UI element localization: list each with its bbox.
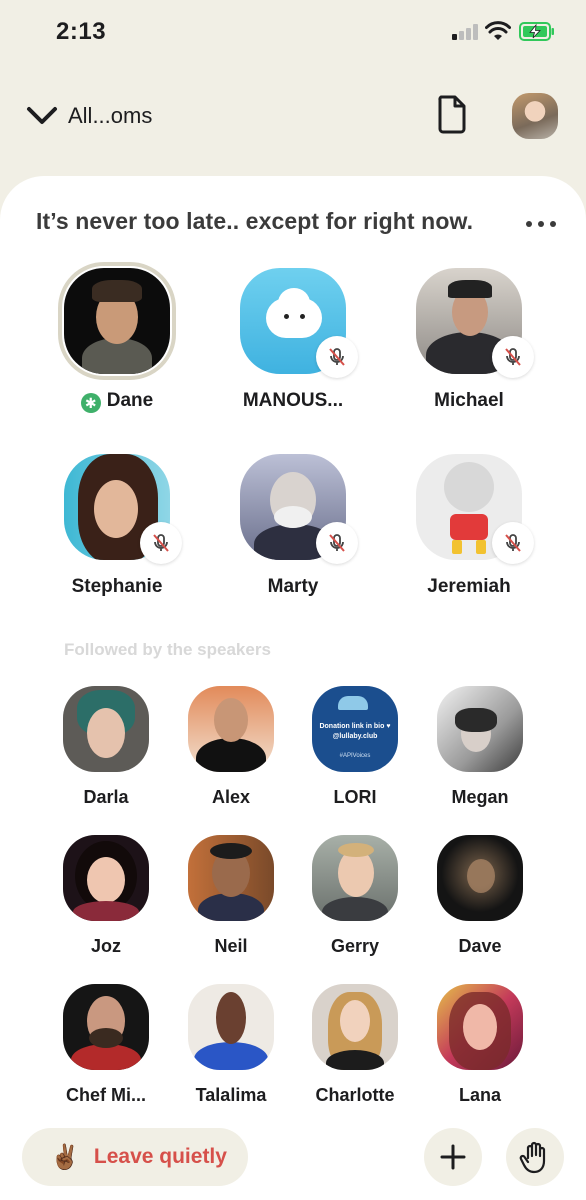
all-rooms-label: All...oms bbox=[68, 103, 153, 128]
microphone-muted-icon bbox=[316, 522, 358, 564]
listener-name: Joz bbox=[90, 936, 121, 956]
listener-name: Darla bbox=[83, 787, 129, 807]
listener-megan: Megan bbox=[418, 686, 542, 826]
more-icon[interactable] bbox=[526, 218, 562, 230]
battery-charging-icon bbox=[519, 22, 554, 41]
leave-quietly-label: Leave quietly bbox=[93, 1145, 227, 1168]
listener-name: Dave bbox=[458, 936, 502, 956]
listener-name: Lana bbox=[458, 1085, 501, 1105]
listener-dave: Dave bbox=[418, 835, 542, 975]
microphone-muted-icon bbox=[492, 336, 534, 378]
avatar[interactable] bbox=[63, 984, 149, 1070]
avatar[interactable] bbox=[437, 835, 523, 921]
speaker-name: Jeremiah bbox=[427, 576, 511, 597]
microphone-muted-icon bbox=[492, 522, 534, 564]
avatar[interactable] bbox=[188, 984, 274, 1070]
listener-chef-mi: Chef Mi... bbox=[44, 984, 168, 1124]
room-card: It’s never too late.. except for right n… bbox=[0, 176, 586, 1200]
speaker-name: Stephanie bbox=[71, 576, 163, 597]
speaker-name: Marty bbox=[267, 576, 319, 597]
document-icon[interactable] bbox=[434, 94, 470, 134]
all-rooms-button[interactable]: All...oms bbox=[26, 96, 152, 136]
avatar[interactable] bbox=[63, 686, 149, 772]
plus-icon bbox=[440, 1144, 466, 1170]
avatar[interactable] bbox=[312, 835, 398, 921]
speaker-name: ✱ Dane bbox=[42, 390, 192, 413]
avatar[interactable] bbox=[312, 984, 398, 1070]
avatar[interactable] bbox=[437, 686, 523, 772]
listener-talalima: Talalima bbox=[169, 984, 293, 1124]
moderator-badge-icon: ✱ bbox=[80, 393, 101, 413]
microphone-muted-icon bbox=[316, 336, 358, 378]
avatar[interactable] bbox=[188, 686, 274, 772]
room-title: It’s never too late.. except for right n… bbox=[36, 208, 474, 234]
speaker-marty: Marty bbox=[218, 454, 368, 614]
speaker-manous: MANOUS... bbox=[218, 268, 368, 428]
avatar[interactable] bbox=[188, 835, 274, 921]
listener-alex: Alex bbox=[169, 686, 293, 826]
listener-lori: Donation link in bio ♥ @lullaby.club #AP… bbox=[293, 686, 417, 826]
speaker-stephanie: Stephanie bbox=[42, 454, 192, 614]
listener-name: Alex bbox=[211, 787, 251, 807]
listener-name: Chef Mi... bbox=[66, 1085, 146, 1105]
avatar[interactable]: Donation link in bio ♥ @lullaby.club #AP… bbox=[312, 686, 398, 772]
microphone-muted-icon bbox=[140, 522, 182, 564]
listener-name: Megan bbox=[451, 787, 509, 807]
status-bar: 2:13 bbox=[0, 0, 586, 64]
listener-lana: Lana bbox=[418, 984, 542, 1124]
speaker-jeremiah: Jeremiah bbox=[394, 454, 544, 614]
santa-hat-icon bbox=[338, 696, 368, 710]
leave-quietly-button[interactable]: ✌🏾 Leave quietly bbox=[22, 1128, 248, 1186]
listener-neil: Neil bbox=[169, 835, 293, 975]
listener-darla: Darla bbox=[44, 686, 168, 826]
listener-name: Neil bbox=[214, 936, 248, 956]
avatar[interactable] bbox=[64, 268, 170, 374]
chevron-down-icon bbox=[27, 107, 57, 124]
hallway-header: All...oms bbox=[0, 80, 586, 154]
listener-gerry: Gerry bbox=[293, 835, 417, 975]
raise-hand-button[interactable] bbox=[506, 1128, 564, 1186]
speaker-name: Michael bbox=[434, 390, 504, 411]
speaker-dane: ✱ Dane bbox=[42, 262, 192, 428]
section-label-followed: Followed by the speakers bbox=[64, 640, 271, 659]
status-time: 2:13 bbox=[56, 18, 107, 45]
listener-name: LORI bbox=[333, 787, 377, 807]
profile-avatar[interactable] bbox=[512, 93, 558, 139]
listener-name: Charlotte bbox=[315, 1085, 395, 1105]
speaker-name: MANOUS... bbox=[242, 390, 344, 411]
listener-name: Gerry bbox=[330, 936, 380, 956]
avatar[interactable] bbox=[437, 984, 523, 1070]
wifi-icon bbox=[485, 21, 511, 40]
listener-joz: Joz bbox=[44, 835, 168, 975]
avatar[interactable] bbox=[63, 835, 149, 921]
add-button[interactable] bbox=[424, 1128, 482, 1186]
raise-hand-icon bbox=[519, 1141, 546, 1174]
listener-charlotte: Charlotte bbox=[293, 984, 417, 1124]
peace-hand-icon: ✌🏾 bbox=[50, 1143, 80, 1171]
listener-name: Talalima bbox=[195, 1085, 267, 1105]
cellular-signal-icon bbox=[452, 24, 480, 40]
speaker-michael: Michael bbox=[394, 268, 544, 428]
